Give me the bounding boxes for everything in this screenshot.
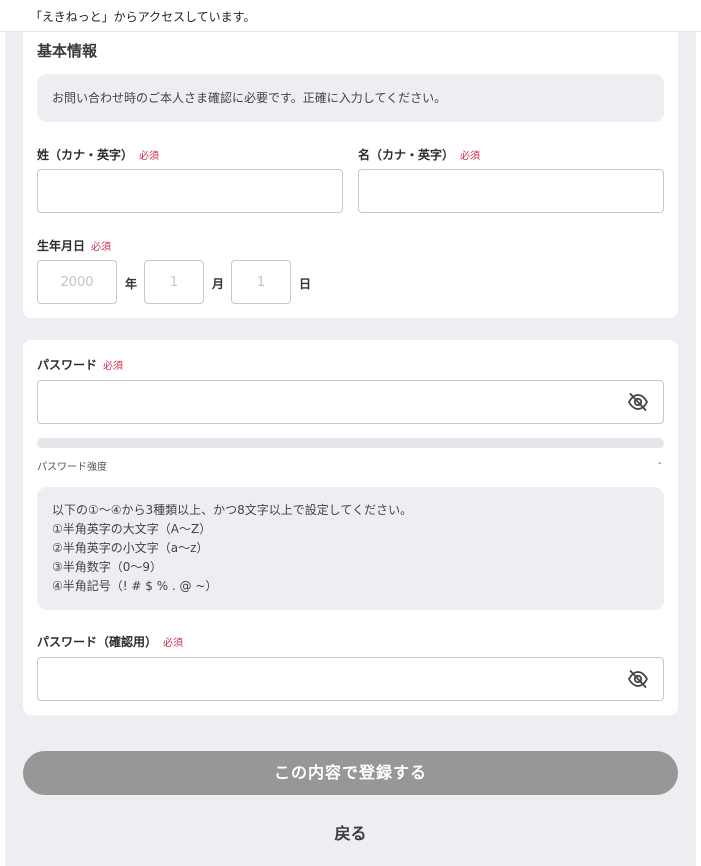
basic-info-card: 基本情報 お問い合わせ時のご本人さま確認に必要です。正確に入力してください。 姓… — [23, 32, 678, 318]
eye-slash-icon[interactable] — [627, 392, 649, 412]
basic-info-note-text: お問い合わせ時のご本人さま確認に必要です。正確に入力してください。 — [52, 91, 447, 105]
last-name-input[interactable] — [38, 170, 342, 212]
birthdate-label: 生年月日 必須 — [37, 237, 111, 254]
required-badge: 必須 — [103, 361, 124, 372]
year-unit: 年 — [125, 277, 138, 291]
password-rule-item: ①半角英字の大文字（A〜Z） — [52, 522, 212, 536]
first-name-field[interactable] — [358, 169, 664, 213]
last-name-label-text: 姓（カナ・英字） — [37, 148, 134, 162]
password-rule-item: ③半角数字（0〜9） — [52, 560, 163, 574]
password-confirm-label-text: パスワード（確認用） — [37, 635, 158, 649]
password-card: パスワード 必須 パスワード強度 - 以下の①〜④から3種類以上、かつ8文字以上で… — [23, 340, 678, 715]
day-unit: 日 — [299, 277, 312, 291]
first-name-input[interactable] — [359, 170, 663, 212]
first-name-label-text: 名（カナ・英字） — [358, 148, 455, 162]
required-badge: 必須 — [460, 151, 481, 162]
required-badge: 必須 — [163, 638, 184, 649]
basic-info-title: 基本情報 — [37, 42, 98, 60]
password-confirm-field[interactable] — [37, 657, 664, 701]
registration-page: 基本情報 お問い合わせ時のご本人さま確認に必要です。正確に入力してください。 姓… — [5, 32, 696, 866]
password-input[interactable] — [38, 381, 663, 423]
birth-day-field[interactable] — [231, 260, 291, 304]
last-name-field[interactable] — [37, 169, 343, 213]
password-strength-label: パスワード強度 — [37, 462, 107, 473]
password-rules-intro: 以下の①〜④から3種類以上、かつ8文字以上で設定してください。 — [52, 503, 413, 517]
birth-year-field[interactable] — [37, 260, 117, 304]
birth-month-input[interactable] — [145, 261, 203, 303]
birth-year-input[interactable] — [38, 261, 116, 303]
access-banner: 「えきねっと」からアクセスしています。 — [0, 0, 701, 32]
back-link[interactable]: 戻る — [5, 820, 696, 844]
required-badge: 必須 — [91, 242, 112, 253]
access-banner-text: 「えきねっと」からアクセスしています。 — [30, 10, 256, 24]
birthdate-label-text: 生年月日 — [37, 239, 86, 253]
required-badge: 必須 — [139, 151, 160, 162]
password-strength-bar — [37, 438, 664, 448]
password-label-text: パスワード — [37, 358, 98, 372]
first-name-label: 名（カナ・英字） 必須 — [358, 146, 480, 163]
birth-month-field[interactable] — [144, 260, 204, 304]
submit-button[interactable]: この内容で登録する — [23, 751, 678, 795]
password-field[interactable] — [37, 380, 664, 424]
last-name-label: 姓（カナ・英字） 必須 — [37, 146, 159, 163]
password-confirm-input[interactable] — [38, 658, 663, 700]
password-rule-item: ④半角記号（! # $ % . @ ~） — [52, 579, 218, 593]
password-rule-item: ②半角英字の小文字（a〜z） — [52, 541, 209, 555]
month-unit: 月 — [212, 277, 225, 291]
basic-info-note: お問い合わせ時のご本人さま確認に必要です。正確に入力してください。 — [37, 74, 664, 122]
password-rules-box: 以下の①〜④から3種類以上、かつ8文字以上で設定してください。 ①半角英字の大文… — [37, 487, 664, 610]
password-label: パスワード 必須 — [37, 356, 123, 373]
birth-day-input[interactable] — [232, 261, 290, 303]
eye-slash-icon[interactable] — [627, 669, 649, 689]
password-confirm-label: パスワード（確認用） 必須 — [37, 633, 183, 650]
password-strength-value: - — [658, 458, 662, 469]
